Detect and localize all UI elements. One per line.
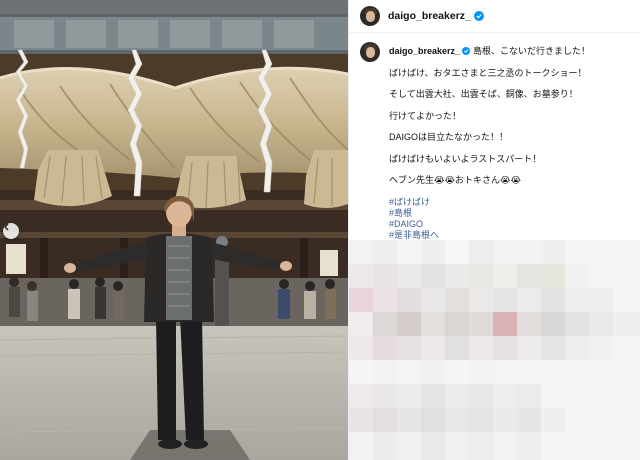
caption-avatar[interactable] [360,42,380,62]
caption-body: daigo_breakerz_ 島根、こないだ行きました！ ばけばけ、おタエさまと… [389,46,590,241]
caption-line-0: 島根、こないだ行きました！ [473,46,591,56]
header-username[interactable]: daigo_breakerz_ [388,10,471,22]
caption-verified-icon [462,47,471,55]
chevron-left-icon [4,223,9,231]
blurred-comments-area [349,240,640,460]
caption-line-12: ヘブン先生😭😭おトキさん😭😭 [389,175,522,185]
post-header: daigo_breakerz_ [349,0,640,33]
hashtag-link[interactable]: #是非島根へ [389,230,590,241]
hashtag-link[interactable]: #島根 [389,208,590,219]
caption-line-10: ばけばけもいよいよラストスパート！ [389,153,542,164]
instagram-post: daigo_breakerz_ daigo_breakerz_ 島根、こないだ行き… [0,0,640,460]
photo-illustration [0,0,348,460]
hashtag-link[interactable]: #ばけばけ [389,197,590,208]
post-sidebar: daigo_breakerz_ daigo_breakerz_ 島根、こないだ行き… [348,0,640,460]
caption-username[interactable]: daigo_breakerz_ [389,46,460,56]
caption-line-2: ばけばけ、おタエさまと三之丞のトークショー！ [389,67,587,78]
caption-line-4: そして出雲大社、出雲そば、銅像、お墓参り！ [389,89,578,99]
caption-first-line: daigo_breakerz_ 島根、こないだ行きました！ [389,46,590,57]
previous-photo-button[interactable] [3,223,19,239]
caption-line-6: 行けてよかった！ [389,110,462,121]
post-photo[interactable] [0,0,348,460]
avatar[interactable] [360,6,380,26]
post-caption: daigo_breakerz_ 島根、こないだ行きました！ ばけばけ、おタエさまと… [360,42,630,241]
verified-badge-icon [473,11,484,21]
caption-line-8: DAIGOは目立たなかった！！ [389,132,509,142]
pixelated-comments [349,240,640,460]
hashtag-link[interactable]: #DAIGO [389,219,590,230]
